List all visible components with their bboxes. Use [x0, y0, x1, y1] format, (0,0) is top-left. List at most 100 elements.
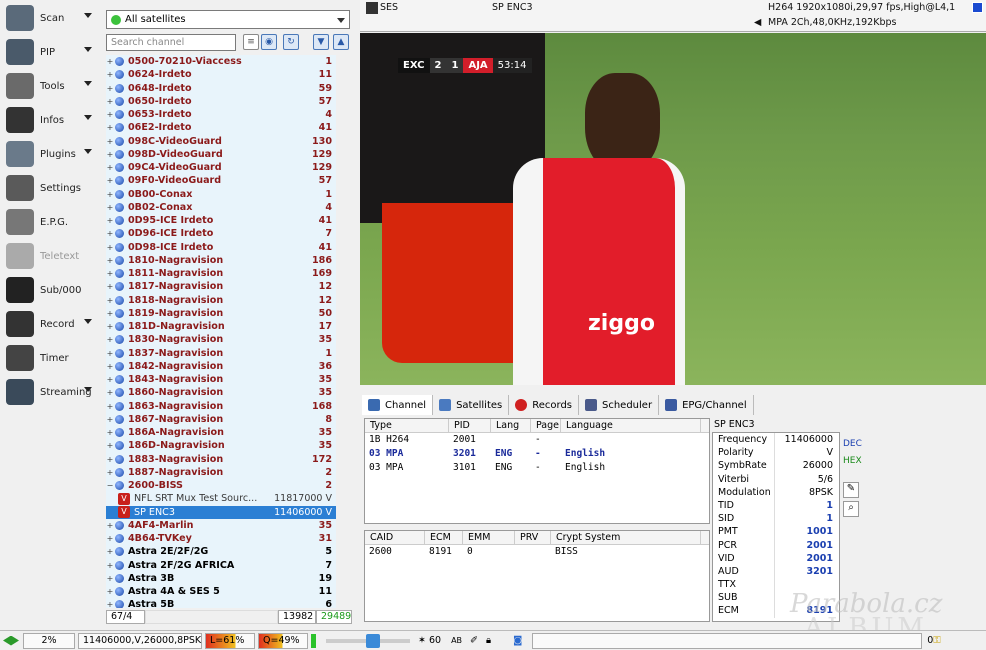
expand-icon[interactable]: +	[106, 307, 114, 320]
menu-e-p-g-[interactable]: E.P.G.	[2, 206, 98, 238]
menu-tools[interactable]: Tools	[2, 70, 98, 102]
caid-group[interactable]: +1842-Nagravision 36	[106, 360, 336, 373]
caid-group[interactable]: +0B00-Conax 1	[106, 188, 336, 201]
caid-group[interactable]: +0648-Irdeto 59	[106, 82, 336, 95]
caid-group[interactable]: +0D96-ICE Irdeto 7	[106, 227, 336, 240]
expand-icon[interactable]: +	[106, 439, 114, 452]
expand-icon[interactable]: +	[106, 598, 114, 608]
expand-icon[interactable]: +	[106, 426, 114, 439]
caid-group[interactable]: +1837-Nagravision 1	[106, 347, 336, 360]
expand-icon[interactable]: +	[106, 519, 114, 532]
chevron-down-icon[interactable]	[84, 149, 92, 154]
chevron-down-icon[interactable]	[84, 387, 92, 392]
expand-icon[interactable]: +	[106, 333, 114, 346]
caid-group[interactable]: +0653-Irdeto 4	[106, 108, 336, 121]
caid-group[interactable]: +1818-Nagravision 12	[106, 294, 336, 307]
caid-group[interactable]: +0650-Irdeto 57	[106, 95, 336, 108]
expand-icon[interactable]: +	[106, 545, 114, 558]
satellite-group[interactable]: + Astra 2F/2G AFRICA 7	[106, 559, 336, 572]
expand-icon[interactable]: +	[106, 121, 114, 134]
expand-icon[interactable]: +	[106, 400, 114, 413]
caid-group[interactable]: +1819-Nagravision 50	[106, 307, 336, 320]
channel-item[interactable]: V NFL SRT Mux Test Sourc... 11817000 V	[106, 492, 336, 505]
expand-icon[interactable]: +	[106, 161, 114, 174]
tab-scheduler[interactable]: Scheduler	[579, 395, 660, 415]
column-header[interactable]: ECM	[425, 531, 463, 544]
menu-sub-000[interactable]: Sub/000	[2, 274, 98, 306]
caid-group[interactable]: +1860-Nagravision 35	[106, 386, 336, 399]
caid-group[interactable]: +09F0-VideoGuard 57	[106, 174, 336, 187]
menu-plugins[interactable]: Plugins	[2, 138, 98, 170]
chevron-down-icon[interactable]	[84, 319, 92, 324]
volume-thumb[interactable]	[366, 633, 380, 648]
chevron-down-icon[interactable]	[84, 115, 92, 120]
expand-icon[interactable]: +	[106, 360, 114, 373]
expand-icon[interactable]: +	[106, 267, 114, 280]
expand-icon[interactable]: +	[106, 572, 114, 585]
ab-icon[interactable]: AB	[451, 636, 462, 645]
scroll-up-icon[interactable]: ▲	[333, 34, 349, 50]
expand-icon[interactable]: +	[106, 294, 114, 307]
expand-icon[interactable]: +	[106, 386, 114, 399]
search-input[interactable]: Search channel	[106, 34, 236, 51]
list-view-icon[interactable]: ≡	[243, 34, 259, 50]
hex-button[interactable]: HEX	[843, 456, 867, 480]
expand-icon[interactable]: +	[106, 82, 114, 95]
expand-icon[interactable]: +	[106, 227, 114, 240]
expand-icon[interactable]: +	[106, 320, 114, 333]
lock-icon[interactable]: 🔒︎	[486, 635, 491, 646]
menu-teletext[interactable]: Teletext	[2, 240, 98, 272]
expand-icon[interactable]: +	[106, 373, 114, 386]
table-row[interactable]: 03 MPA 3201 ENG - English	[365, 447, 709, 461]
expand-icon[interactable]: +	[106, 188, 114, 201]
video-frame[interactable]: ziggo EXC 2 1 AJA 53:14	[360, 33, 986, 385]
caid-group[interactable]: +09C4-VideoGuard 129	[106, 161, 336, 174]
caid-group[interactable]: +1811-Nagravision 169	[106, 267, 336, 280]
column-header[interactable]: Page	[531, 419, 561, 432]
expand-icon[interactable]: +	[106, 55, 114, 68]
expand-icon[interactable]: +	[106, 214, 114, 227]
caid-group[interactable]: +1867-Nagravision 8	[106, 413, 336, 426]
column-header[interactable]: Type	[365, 419, 449, 432]
caid-group[interactable]: +0B02-Conax 4	[106, 201, 336, 214]
satellite-group[interactable]: + Astra 3B 19	[106, 572, 336, 585]
magnifier-icon[interactable]: ⌕	[843, 501, 859, 517]
menu-scan[interactable]: Scan	[2, 2, 98, 34]
tab-channel[interactable]: Channel	[362, 395, 434, 415]
caid-table[interactable]: CAID ECM EMM PRV Crypt System 2600 8191 0 BISS	[364, 530, 710, 622]
expand-icon[interactable]: +	[106, 254, 114, 267]
caid-group[interactable]: +0500-70210-Viaccess 1	[106, 55, 336, 68]
expand-icon[interactable]: +	[106, 174, 114, 187]
caid-group[interactable]: +4B64-TVKey 31	[106, 532, 336, 545]
expand-icon[interactable]: +	[106, 532, 114, 545]
caid-group[interactable]: +1863-Nagravision 168	[106, 400, 336, 413]
satellite-select[interactable]: All satellites	[106, 10, 350, 29]
menu-infos[interactable]: Infos	[2, 104, 98, 136]
expand-icon[interactable]: +	[106, 413, 114, 426]
expand-icon[interactable]: +	[106, 241, 114, 254]
expand-icon[interactable]: +	[106, 453, 114, 466]
menu-record[interactable]: Record	[2, 308, 98, 340]
menu-pip[interactable]: PIP	[2, 36, 98, 68]
snapshot-icon[interactable]: ◙	[513, 635, 522, 646]
tab-satellites[interactable]: Satellites	[433, 395, 510, 415]
menu-streaming[interactable]: Streaming	[2, 376, 98, 408]
table-row[interactable]: 2600 8191 0 BISS	[365, 545, 709, 559]
caid-group[interactable]: +0D98-ICE Irdeto 41	[106, 241, 336, 254]
expand-icon[interactable]: +	[106, 68, 114, 81]
chevron-down-icon[interactable]	[84, 81, 92, 86]
expand-icon[interactable]: +	[106, 108, 114, 121]
chevron-down-icon[interactable]	[84, 47, 92, 52]
scroll-down-icon[interactable]: ▼	[313, 34, 329, 50]
caid-group[interactable]: +1830-Nagravision 35	[106, 333, 336, 346]
satellite-group[interactable]: + Astra 5B 6	[106, 598, 336, 608]
expand-icon[interactable]: +	[106, 135, 114, 148]
caid-group[interactable]: +181D-Nagravision 17	[106, 320, 336, 333]
column-header[interactable]: Crypt System	[551, 531, 701, 544]
table-row[interactable]: 1B H264 2001 -	[365, 433, 709, 447]
caid-group[interactable]: +098C-VideoGuard 130	[106, 135, 336, 148]
column-header[interactable]: PID	[449, 419, 491, 432]
satellite-group[interactable]: + Astra 4A & SES 5 11	[106, 585, 336, 598]
chevron-down-icon[interactable]	[84, 13, 92, 18]
channel-item[interactable]: V SP ENC3 11406000 V	[106, 505, 336, 519]
